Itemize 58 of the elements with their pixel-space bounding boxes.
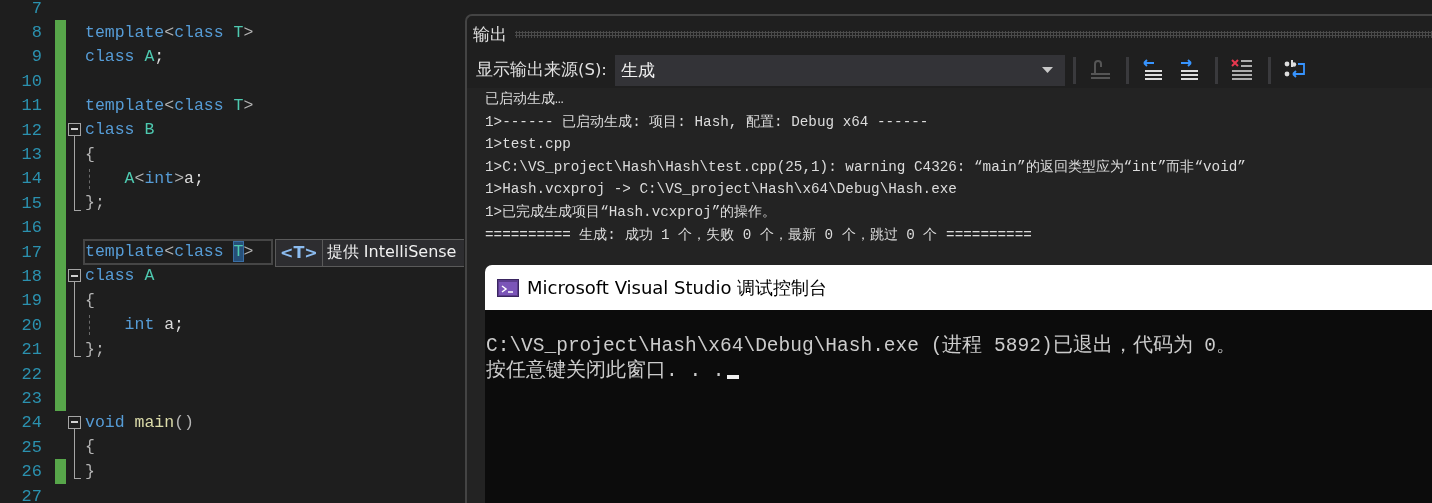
- line-number: 11: [20, 96, 42, 116]
- collapse-icon[interactable]: [68, 415, 81, 429]
- line-number: 21: [20, 340, 42, 360]
- line-number: 8: [30, 23, 42, 43]
- code-line: class B: [85, 119, 155, 142]
- code-line: };: [85, 338, 105, 361]
- line-number: 22: [20, 364, 42, 384]
- clear-all-icon[interactable]: [1229, 59, 1254, 81]
- code-line: template<class T>: [85, 21, 254, 44]
- line-number: 18: [20, 267, 42, 286]
- line-number: 14: [20, 169, 42, 189]
- panel-title: 输出: [473, 22, 507, 46]
- caret-icon: [1041, 67, 1053, 73]
- line-number: 25: [20, 437, 42, 457]
- output-line: 已启动生成…: [485, 90, 565, 109]
- line-number: 27: [20, 486, 42, 503]
- left-arrow-lines-icon[interactable]: [1140, 59, 1165, 81]
- line-number: 17: [20, 242, 42, 262]
- code-line: };: [85, 192, 105, 215]
- code-line: {: [85, 436, 95, 459]
- line-number: 7: [30, 0, 42, 18]
- tooltip-text: 提供 IntelliSense: [325, 241, 458, 264]
- console-line: C:\VS_project\Hash\x64\Debug\Hash.exe (进程 5892)已退出，代码为 0。: [486, 334, 1236, 359]
- code-line: template<class T>: [85, 94, 254, 117]
- source-label: 显示输出来源(S):: [476, 59, 607, 81]
- code-line: A<int>a;: [123, 167, 204, 190]
- output-line: 1>Hash.vcxproj -> C:\VS_project\Hash\x64\Debug\Hash.exe: [485, 180, 958, 200]
- type-parameter-label: <T>: [276, 239, 323, 266]
- line-number: 9: [30, 47, 42, 67]
- code-line: class A: [85, 265, 155, 288]
- code-line: }: [85, 460, 95, 483]
- code-line: int a;: [123, 314, 185, 337]
- output-line: 1>------ 已启动生成: 项目: Hash, 配置: Debug x64 ------: [485, 112, 930, 132]
- code-line: {: [85, 143, 95, 166]
- line-number: 20: [20, 315, 42, 335]
- output-line: 1>已完成生成项目“Hash.vcxproj”的操作。: [485, 202, 778, 222]
- code-line: {: [85, 289, 95, 312]
- line-number: 10: [20, 71, 42, 91]
- source-dropdown[interactable]: 生成: [614, 54, 1065, 86]
- line-number: 19: [20, 291, 42, 311]
- line-number: 23: [20, 388, 42, 408]
- code-line: void main(): [85, 411, 194, 434]
- line-number: 13: [20, 145, 42, 165]
- collapse-icon[interactable]: [68, 122, 81, 136]
- line-number: 26: [20, 462, 42, 482]
- line-number: 16: [20, 218, 42, 238]
- line-number: 24: [20, 413, 42, 433]
- console-icon: [497, 278, 519, 297]
- drag-grip[interactable]: [515, 30, 1432, 38]
- window-title: Microsoft Visual Studio 调试控制台: [527, 275, 828, 300]
- line-number: 12: [20, 120, 42, 140]
- console-line: 按任意键关闭此窗口. . .: [486, 359, 725, 384]
- output-line: ========== 生成: 成功 1 个，失败 0 个，最新 0 个，跳过 0 个 ==========: [485, 225, 1033, 245]
- output-line: 1>C:\VS_project\Hash\Hash\test.cpp(25,1): warning C4326: “main”的返回类型应为“int”而非“void”: [485, 157, 1247, 177]
- line-number: 15: [20, 193, 42, 213]
- collapse-icon[interactable]: [68, 269, 81, 283]
- code-line: class A;: [85, 45, 165, 68]
- output-line: 1>test.cpp: [485, 135, 572, 155]
